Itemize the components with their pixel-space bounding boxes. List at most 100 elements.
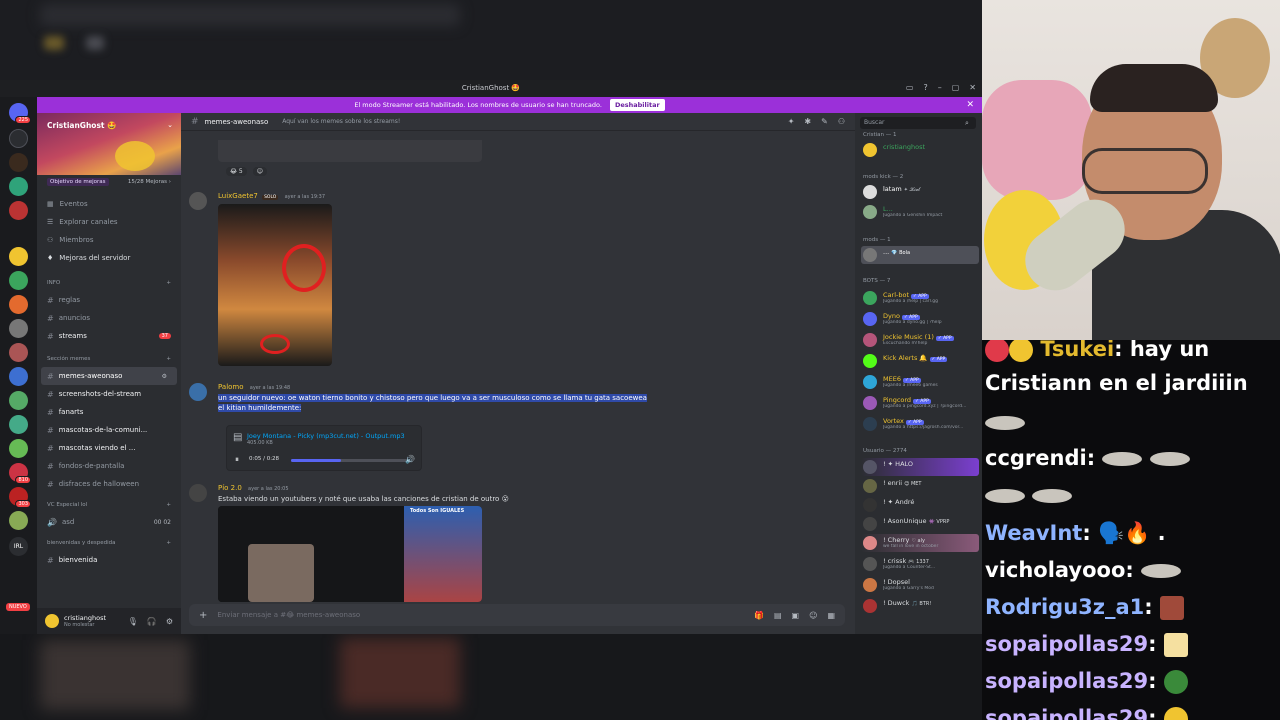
- category-welcome[interactable]: bienvenidas y despedida +: [37, 535, 181, 551]
- server-icon[interactable]: [9, 391, 28, 410]
- server-icon[interactable]: [9, 177, 28, 196]
- message-author[interactable]: Pío 2.0: [218, 484, 242, 492]
- channel-fondos[interactable]: # fondos-de-pantalla: [37, 457, 181, 475]
- channel-reglas[interactable]: # reglas: [37, 291, 181, 309]
- add-channel-icon[interactable]: +: [166, 502, 171, 508]
- channel-fanarts[interactable]: # fanarts: [37, 403, 181, 421]
- channel-mascotas-viendo[interactable]: # mascotas viendo el ...: [37, 439, 181, 457]
- headphones-icon[interactable]: 🎧: [147, 617, 157, 626]
- server-icon[interactable]: 303: [9, 487, 31, 508]
- server-icon[interactable]: 810: [9, 463, 31, 484]
- member-item[interactable]: L... Jugando a Genshin Impact: [861, 203, 979, 221]
- add-channel-icon[interactable]: +: [166, 280, 171, 286]
- member-item[interactable]: cristianghost: [861, 141, 979, 159]
- message-image[interactable]: [218, 204, 332, 366]
- add-attachment-icon[interactable]: +: [199, 610, 207, 621]
- server-icon-irl[interactable]: IRL: [9, 537, 28, 556]
- pin-icon[interactable]: ✎: [821, 117, 828, 126]
- server-icon[interactable]: [9, 343, 28, 362]
- apps-icon[interactable]: ▦: [827, 611, 835, 620]
- emoji-icon[interactable]: ☺: [809, 611, 817, 620]
- category-vc[interactable]: VC Especial lol +: [37, 497, 181, 513]
- message-image-partial[interactable]: [218, 140, 482, 162]
- member-item[interactable]: ! AsonUnique 👾 VPRP: [861, 515, 979, 533]
- avatar[interactable]: [189, 484, 207, 502]
- member-item[interactable]: ! ✦ HALO: [861, 458, 979, 476]
- search-icon[interactable]: ⌕: [965, 119, 969, 128]
- audio-progress-bar[interactable]: [291, 459, 409, 462]
- volume-icon[interactable]: 🔊: [405, 455, 415, 464]
- member-item[interactable]: ! Dopsel Jugando a Garry's Mod: [861, 576, 979, 594]
- gif-icon[interactable]: ▤: [774, 611, 782, 620]
- server-icon[interactable]: [9, 415, 28, 434]
- server-icon-home[interactable]: 225: [9, 103, 31, 124]
- server-icon[interactable]: [9, 153, 28, 172]
- gift-icon[interactable]: 🎁: [754, 611, 764, 620]
- settings-icon[interactable]: ⚙: [162, 373, 167, 380]
- message-composer[interactable]: + Enviar mensaje a #😂 memes-aweonaso 🎁 ▤…: [189, 604, 845, 626]
- category-info[interactable]: INFO +: [37, 275, 181, 291]
- menu-members[interactable]: ⚇ Miembros: [37, 231, 181, 249]
- member-item[interactable]: MEE6 ✓ APP Jugando a /mee6 games: [861, 373, 979, 391]
- server-icon[interactable]: [9, 367, 28, 386]
- inbox-icon[interactable]: ▭: [906, 83, 914, 92]
- member-item[interactable]: Carl-bot ✓ APP Jugando a /help | carl.gg: [861, 289, 979, 307]
- server-icon[interactable]: [9, 295, 28, 314]
- server-icon[interactable]: [9, 201, 28, 220]
- disable-streamer-mode-button[interactable]: Deshabilitar: [609, 99, 665, 111]
- help-icon[interactable]: ?: [923, 83, 927, 92]
- member-item[interactable]: Dyno ✓ APP Jugando a dyno.gg | ?help: [861, 310, 979, 328]
- microphone-icon[interactable]: 🎙: [128, 617, 138, 626]
- menu-events[interactable]: ▦ Eventos: [37, 195, 181, 213]
- close-window-button[interactable]: ✕: [969, 83, 976, 92]
- category-memes[interactable]: Sección memes +: [37, 351, 181, 367]
- server-banner[interactable]: CristianGhost 🤩 ⌄: [37, 113, 181, 175]
- channel-anuncios[interactable]: # anuncios: [37, 309, 181, 327]
- mute-icon[interactable]: ✱: [804, 117, 811, 126]
- message-input[interactable]: Enviar mensaje a #😂 memes-aweonaso: [217, 611, 360, 619]
- member-item[interactable]: Vortex ✓ APP Jugando a https://jagrosh.com…: [861, 415, 979, 433]
- add-channel-icon[interactable]: +: [166, 356, 171, 362]
- member-item[interactable]: Jockie Music (1) ✓ APP Escuchando m!help: [861, 331, 979, 349]
- maximize-button[interactable]: ▢: [952, 83, 960, 92]
- channel-memes-aweonaso[interactable]: # memes-aweonaso ⚙: [41, 367, 177, 385]
- message-author[interactable]: Palomo: [218, 383, 244, 391]
- member-item[interactable]: ! ✦ André: [861, 496, 979, 514]
- member-item[interactable]: ... 💎 Bola: [861, 246, 979, 264]
- message-author[interactable]: LuixGaete7: [218, 192, 258, 200]
- member-item[interactable]: Kick Alerts 🔔 ✓ APP: [861, 352, 979, 370]
- voice-channel-asd[interactable]: 🔊 asd 00 02: [37, 513, 181, 531]
- add-reaction-chip[interactable]: ☺: [252, 167, 268, 176]
- server-icon[interactable]: [9, 319, 28, 338]
- member-list-icon[interactable]: ⚇: [838, 117, 845, 126]
- channel-screenshots[interactable]: # screenshots-del-stream: [37, 385, 181, 403]
- member-item[interactable]: ! Duwck 🎵 BTR!: [861, 597, 979, 615]
- server-icon[interactable]: [9, 247, 28, 266]
- close-banner-icon[interactable]: ✕: [966, 100, 974, 110]
- avatar[interactable]: [45, 614, 59, 628]
- member-item[interactable]: ! crissk 🎮 1337 Jugando a Counter-St...: [861, 555, 979, 573]
- avatar[interactable]: [189, 383, 207, 401]
- add-channel-icon[interactable]: +: [166, 540, 171, 546]
- sticker-icon[interactable]: ▣: [792, 611, 800, 620]
- server-icon[interactable]: [9, 129, 28, 148]
- server-icon[interactable]: [9, 511, 28, 530]
- channel-mascotas-comunidad[interactable]: # mascotas-de-la-comuni...: [37, 421, 181, 439]
- message-video-thumbnail[interactable]: Todos Son IGUALES: [218, 506, 482, 602]
- attachment-filename[interactable]: Joey Montana - Picky (mp3cut.net) - Outp…: [247, 432, 405, 440]
- member-item[interactable]: Pingcord ✓ APP Jugando a pingcord.xyz | ?p…: [861, 394, 979, 412]
- channel-bienvenida[interactable]: # bienvenida: [37, 551, 181, 569]
- channel-disfraces[interactable]: # disfraces de halloween: [37, 475, 181, 493]
- boost-progress[interactable]: Objetivo de mejoras 15/28 Mejoras ›: [37, 175, 181, 189]
- threads-icon[interactable]: ✦: [788, 117, 795, 126]
- channel-streams[interactable]: # streams 37: [37, 327, 181, 345]
- member-item[interactable]: ! Cherry ♡ aly we fall in love in october: [861, 534, 979, 552]
- search-input[interactable]: Buscar: [860, 117, 976, 129]
- chevron-down-icon[interactable]: ⌄: [167, 121, 173, 129]
- avatar[interactable]: [189, 192, 207, 210]
- reaction-chip[interactable]: 😂 5: [226, 167, 247, 176]
- server-icon[interactable]: [9, 271, 28, 290]
- gear-icon[interactable]: ⚙: [166, 617, 173, 626]
- pause-icon[interactable]: ⏸: [235, 455, 239, 465]
- member-item[interactable]: latam ✦ 𝓚𝓲𝓮𝓵: [861, 183, 979, 201]
